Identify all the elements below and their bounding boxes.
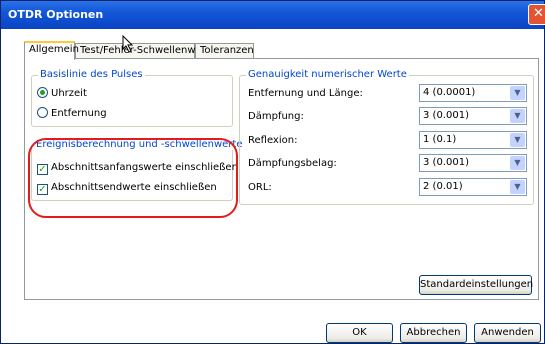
radio-selected-icon	[37, 87, 48, 98]
chevron-down-icon[interactable]: ▼	[510, 180, 525, 194]
tab-test-fehler[interactable]: Test/Fehler-Schwellenw.	[75, 43, 198, 59]
select-value: 2 (0.01)	[423, 181, 463, 192]
tab-label: Test/Fehler-Schwellenw.	[80, 45, 198, 56]
chevron-down-icon[interactable]: ▼	[510, 109, 525, 123]
tab-toleranzen[interactable]: Toleranzen	[195, 43, 254, 59]
tab-allgemein[interactable]: Allgemein	[24, 41, 79, 60]
tab-label: Allgemein	[29, 44, 79, 55]
select-orl[interactable]: 2 (0.01) ▼	[419, 178, 527, 196]
apply-button[interactable]: Anwenden	[474, 323, 541, 343]
select-value: 3 (0.001)	[423, 157, 469, 168]
close-icon: ✕	[533, 6, 544, 21]
mouse-cursor-icon	[122, 35, 134, 53]
select-value: 3 (0.001)	[423, 110, 469, 121]
label-orl: ORL:	[248, 182, 272, 193]
precision-group-label: Genauigkeit numerischer Werte	[246, 69, 409, 80]
tab-label: Toleranzen	[200, 45, 254, 56]
select-reflexion[interactable]: 1 (0.1) ▼	[419, 131, 527, 149]
chevron-down-icon[interactable]: ▼	[510, 133, 525, 147]
defaults-button[interactable]: Standardeinstellungen	[419, 275, 533, 295]
highlight-annotation	[28, 138, 238, 218]
chevron-down-icon[interactable]: ▼	[510, 86, 525, 100]
dialog-window: OTDR Optionen ✕ Allgemein Test/Fehler-Sc…	[0, 0, 545, 344]
chevron-down-icon[interactable]: ▼	[510, 156, 525, 170]
radio-uhrzeit[interactable]: Uhrzeit	[37, 87, 87, 99]
radio-uhrzeit-label: Uhrzeit	[51, 88, 87, 99]
select-entfernung-laenge[interactable]: 4 (0.0001) ▼	[419, 84, 527, 102]
select-daempfung[interactable]: 3 (0.001) ▼	[419, 107, 527, 125]
title-bar[interactable]: OTDR Optionen ✕	[1, 1, 545, 29]
window-title: OTDR Optionen	[8, 8, 104, 21]
select-value: 1 (0.1)	[423, 134, 457, 145]
ok-button[interactable]: OK	[326, 323, 393, 343]
baseline-group-label: Basislinie des Pulses	[38, 69, 145, 80]
label-entfernung-laenge: Entfernung und Länge:	[248, 88, 363, 99]
close-button[interactable]: ✕	[528, 4, 545, 25]
label-daempfungsbelag: Dämpfungsbelag:	[248, 158, 337, 169]
select-daempfungsbelag[interactable]: 3 (0.001) ▼	[419, 154, 527, 172]
baseline-group: Basislinie des Pulses	[31, 69, 233, 127]
radio-entfernung[interactable]: Entfernung	[37, 107, 107, 119]
cancel-button[interactable]: Abbrechen	[400, 323, 467, 343]
label-daempfung: Dämpfung:	[248, 111, 304, 122]
radio-unselected-icon	[37, 107, 48, 118]
select-value: 4 (0.0001)	[423, 87, 476, 98]
radio-entfernung-label: Entfernung	[51, 108, 107, 119]
label-reflexion: Reflexion:	[248, 135, 298, 146]
